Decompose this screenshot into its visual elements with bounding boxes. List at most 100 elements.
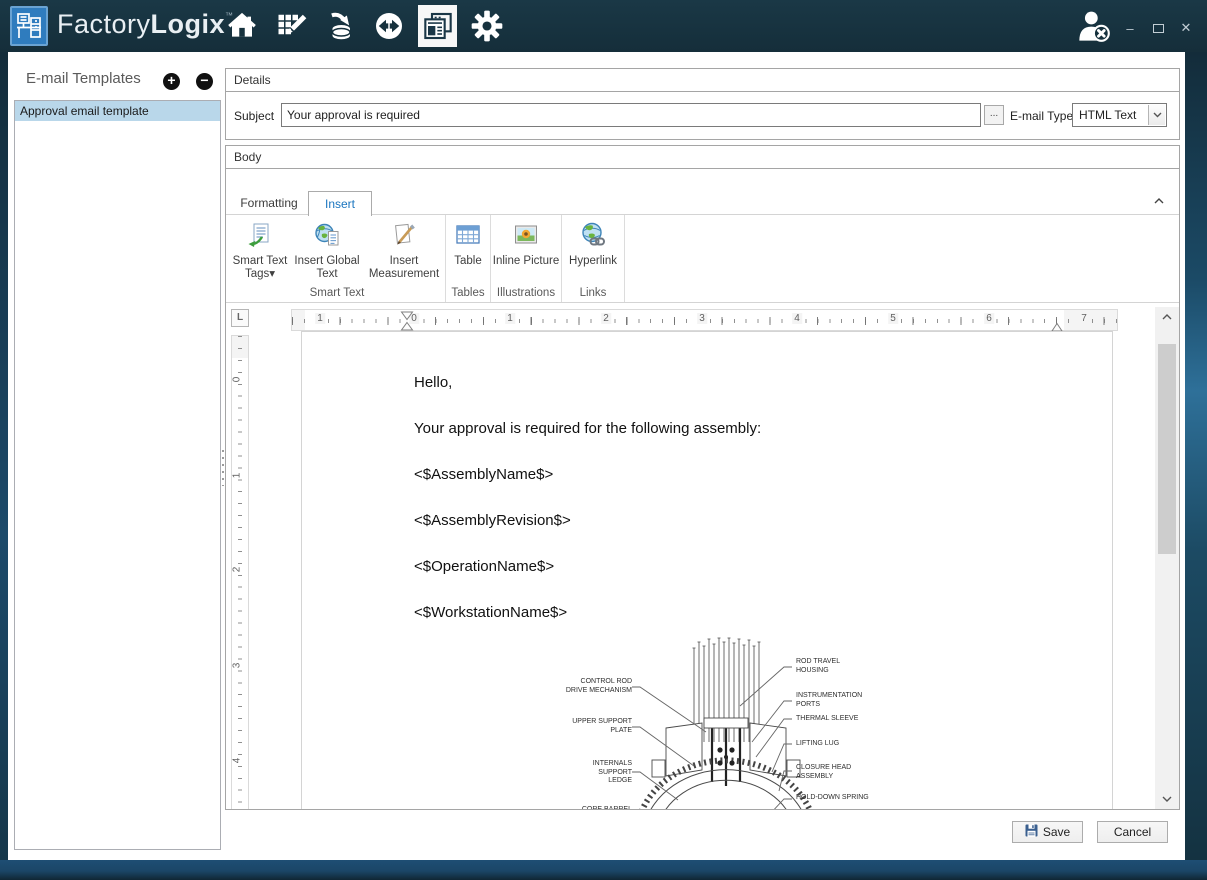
horizontal-ruler[interactable]: 1 0 1 2 3 4 5 6 7 — [291, 309, 1118, 331]
hyperlink-icon — [580, 222, 606, 252]
document-text: Hello, Your approval is required for the… — [302, 332, 1112, 623]
body-header: Body — [226, 146, 1179, 169]
templates-documents-icon[interactable] — [418, 5, 457, 47]
ribbon-item-label: Insert Measurement — [364, 255, 444, 281]
editor-tabs: Formatting Insert — [226, 191, 1179, 215]
template-list-item[interactable]: Approval email template — [15, 101, 220, 121]
ribbon-group-label: Illustrations — [492, 286, 560, 302]
planning-grid-pencil-icon[interactable] — [271, 5, 310, 47]
tab-stop-selector[interactable]: L — [231, 309, 249, 327]
inline-picture-button[interactable]: Inline Picture — [492, 215, 560, 286]
cancel-button-label: Cancel — [1114, 825, 1151, 839]
insert-measurement-button[interactable]: Insert Measurement — [364, 215, 444, 286]
email-type-value: HTML Text — [1079, 108, 1136, 122]
ruler-number: 4 — [231, 758, 242, 764]
ruler-number: 6 — [984, 313, 994, 324]
dropdown-arrow-icon: ▾ — [269, 268, 275, 280]
diagram-label: CLOSURE HEAD ASSEMBLY — [796, 764, 946, 781]
cancel-button[interactable]: Cancel — [1097, 821, 1168, 843]
doc-paragraph[interactable]: Your approval is required for the follow… — [414, 419, 1112, 439]
brand-wordmark: FactoryLogix™ — [57, 9, 234, 40]
scroll-down-chevron-icon[interactable] — [1155, 789, 1179, 809]
ribbon-item-label: Table — [454, 255, 482, 268]
doc-paragraph[interactable]: <$AssemblyRevision$> — [414, 511, 1112, 531]
save-icon — [1025, 824, 1038, 840]
insert-global-text-button[interactable]: Insert Global Text — [290, 215, 364, 286]
ruler-number: 1 — [505, 313, 515, 324]
smart-text-tags-button[interactable]: Smart Text Tags▾ — [230, 215, 290, 286]
remove-template-button[interactable]: − — [196, 73, 213, 90]
transfer-circle-arrows-icon[interactable] — [369, 5, 408, 47]
maximize-icon — [1153, 24, 1164, 33]
document-canvas[interactable]: Hello, Your approval is required for the… — [301, 331, 1113, 809]
diagram-label: THERMAL SLEEVE — [796, 715, 946, 724]
window-frame-left — [0, 52, 8, 860]
table-button[interactable]: Table — [447, 215, 489, 286]
vertical-scrollbar[interactable] — [1155, 307, 1179, 809]
subject-browse-button[interactable]: ... — [984, 105, 1004, 125]
scroll-up-chevron-icon[interactable] — [1155, 307, 1179, 327]
add-template-button[interactable]: + — [163, 73, 180, 90]
ribbon-item-label: Inline Picture — [493, 255, 559, 268]
diagram-label: ROD TRAVEL HOUSING — [796, 658, 946, 675]
data-import-icon[interactable] — [320, 5, 359, 47]
subject-input[interactable] — [281, 103, 981, 127]
diagram-label: UPPER SUPPORT PLATE — [554, 718, 632, 735]
settings-gear-icon[interactable] — [467, 5, 506, 47]
chevron-down-icon — [1148, 105, 1165, 125]
insert-ribbon: Smart Text Tags▾ — [226, 215, 1179, 303]
doc-paragraph[interactable]: <$AssemblyName$> — [414, 465, 1112, 485]
doc-paragraph[interactable]: <$OperationName$> — [414, 557, 1112, 577]
diagram-label: INTERNALS SUPPORT LEDGE — [554, 760, 632, 786]
close-button[interactable]: ✕ — [1179, 20, 1193, 36]
details-group: Details Subject ... E-mail Type HTML Tex… — [225, 68, 1180, 140]
ribbon-group-label: Tables — [447, 286, 489, 302]
app-window: FactoryLogix™ — [0, 0, 1207, 880]
ribbon-item-label: Hyperlink — [569, 255, 617, 268]
ribbon-group-label: Smart Text — [230, 286, 444, 302]
scrollbar-thumb[interactable] — [1158, 344, 1176, 554]
sidebar-title: E-mail Templates — [26, 70, 141, 87]
diagram-label: INSTRUMENTATION PORTS — [796, 692, 946, 709]
ruler-number: 2 — [601, 313, 611, 324]
diagram-label: CONTROL ROD DRIVE MECHANISM — [554, 678, 632, 695]
ruler-number: 0 — [231, 377, 242, 383]
body-group: Body Formatting Insert — [225, 145, 1180, 810]
rich-text-editor: L 1 0 1 2 3 4 5 6 7 — [226, 307, 1179, 809]
main-nav — [222, 5, 506, 47]
smart-text-tags-icon — [247, 222, 273, 252]
save-button[interactable]: Save — [1012, 821, 1083, 843]
ruler-number: 2 — [231, 567, 242, 573]
diagram-label: HOLD-DOWN SPRING — [796, 794, 946, 803]
ribbon-collapse-chevron-icon[interactable] — [1151, 193, 1167, 209]
ruler-number: 3 — [231, 663, 242, 669]
ribbon-item-label: Smart Text Tags — [233, 255, 288, 280]
table-icon — [455, 222, 481, 252]
subject-label: Subject — [234, 109, 274, 123]
ribbon-group-label: Links — [563, 286, 623, 302]
diagram-label: LIFTING LUG — [796, 740, 946, 749]
diagram-label: CORE BARREL — [554, 806, 632, 809]
vertical-ruler[interactable]: 0 1 2 3 4 — [231, 335, 249, 809]
window-frame-bottom — [0, 860, 1207, 880]
ruler-number: 3 — [697, 313, 707, 324]
inline-picture-icon — [513, 222, 539, 252]
maximize-button[interactable] — [1151, 20, 1165, 36]
email-type-label: E-mail Type — [1010, 109, 1073, 123]
factorylogix-logo-icon — [10, 6, 48, 46]
tab-formatting[interactable]: Formatting — [234, 191, 304, 215]
minimize-button[interactable]: – — [1123, 20, 1137, 36]
reactor-diagram-image[interactable]: CONTROL ROD DRIVE MECHANISM UPPER SUPPOR… — [554, 630, 1113, 809]
hyperlink-button[interactable]: Hyperlink — [563, 215, 623, 286]
user-logout-icon[interactable] — [1076, 10, 1112, 42]
details-header: Details — [226, 69, 1179, 92]
doc-paragraph[interactable]: Hello, — [414, 373, 1112, 393]
home-icon[interactable] — [222, 5, 261, 47]
save-button-label: Save — [1043, 825, 1070, 839]
ruler-number: 1 — [315, 313, 325, 324]
template-list: Approval email template — [14, 100, 221, 850]
tab-insert[interactable]: Insert — [308, 191, 372, 216]
workspace: E-mail Templates + − Approval email temp… — [8, 52, 1185, 860]
email-type-select[interactable]: HTML Text — [1072, 103, 1167, 127]
doc-paragraph[interactable]: <$WorkstationName$> — [414, 603, 1112, 623]
